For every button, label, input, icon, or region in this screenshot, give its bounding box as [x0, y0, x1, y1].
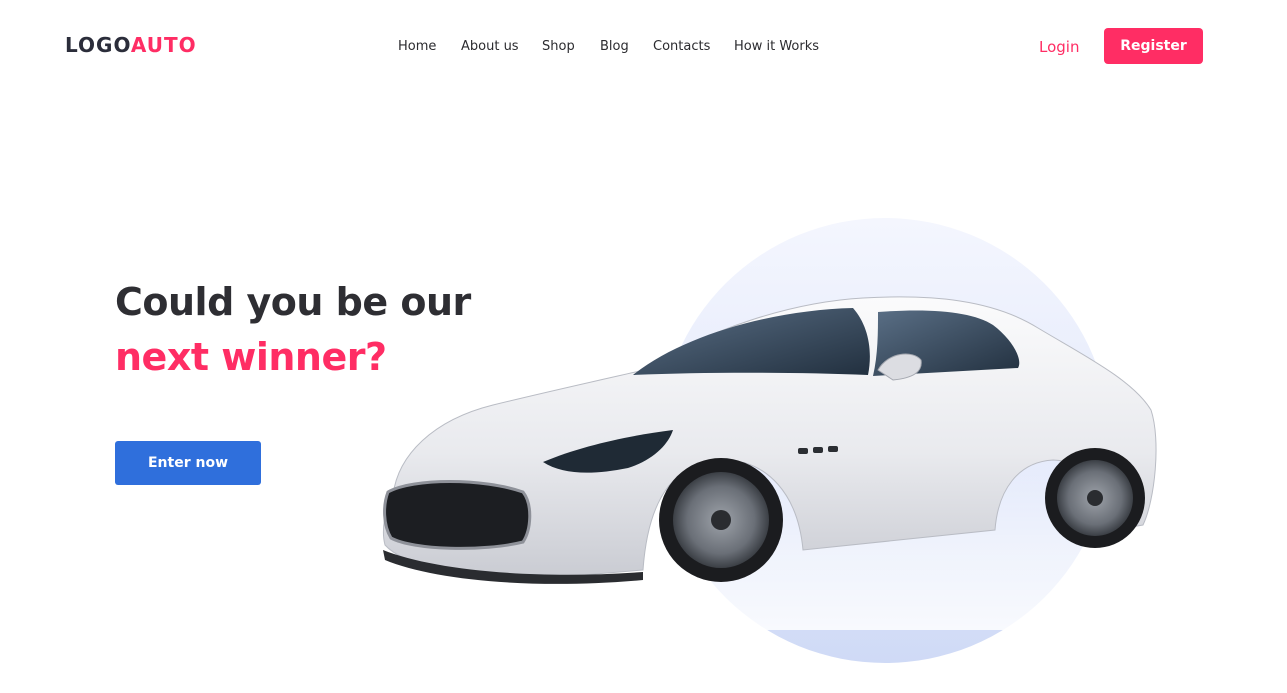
nav-link-blog[interactable]: Blog	[600, 38, 629, 56]
login-link[interactable]: Login	[1039, 37, 1079, 57]
register-button[interactable]: Register	[1104, 28, 1203, 64]
nav-link-home[interactable]: Home	[398, 38, 436, 56]
enter-now-button[interactable]: Enter now	[115, 441, 261, 485]
nav-link-shop[interactable]: Shop	[542, 38, 575, 56]
nav-link-how-it-works[interactable]: How it Works	[734, 38, 819, 56]
logo[interactable]: LOGOAUTO	[65, 33, 197, 57]
logo-text-part1: LOGO	[65, 33, 131, 57]
logo-text-part2: AUTO	[130, 33, 197, 57]
nav-link-contacts[interactable]: Contacts	[653, 38, 710, 56]
car-image	[382, 296, 1157, 584]
nav-link-about-us[interactable]: About us	[461, 38, 519, 56]
